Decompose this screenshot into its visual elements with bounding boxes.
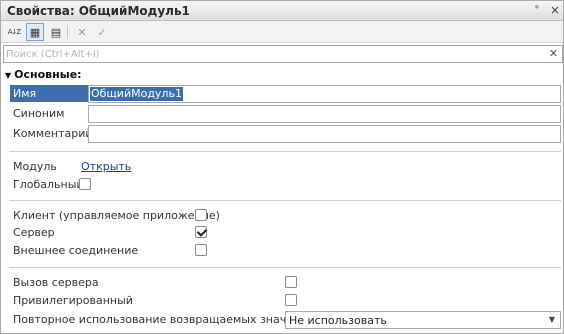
server-call-label: Вызов сервера bbox=[13, 276, 99, 289]
external-connection-checkbox[interactable] bbox=[195, 244, 207, 256]
pin-icon[interactable]: ᵠ bbox=[535, 4, 545, 16]
section-header-main[interactable]: ▼ Основные: bbox=[5, 68, 82, 81]
module-label: Модуль bbox=[13, 160, 57, 173]
properties-window: Свойства: ОбщийМодуль1 ᵠ × A↓Z ▦ ▤ ✕ ✓ ✕… bbox=[0, 0, 564, 334]
divider bbox=[9, 267, 561, 268]
server-checkbox[interactable] bbox=[195, 226, 207, 238]
server-label: Сервер bbox=[13, 226, 55, 239]
global-label: Глобальный bbox=[13, 178, 84, 191]
name-field[interactable]: ОбщийМодуль1 bbox=[88, 85, 561, 103]
collapse-arrow-icon: ▼ bbox=[5, 71, 12, 80]
synonym-input[interactable] bbox=[89, 106, 560, 122]
sort-alphabetical-button[interactable]: A↓Z bbox=[5, 23, 23, 41]
filter-icon: ▤ bbox=[50, 25, 62, 39]
search-box: ✕ bbox=[3, 45, 563, 63]
categories-button[interactable]: ▦ bbox=[26, 23, 44, 41]
toolbar-separator bbox=[67, 25, 68, 39]
reuse-values-select[interactable]: Не использовать ▼ bbox=[285, 311, 561, 329]
server-call-checkbox[interactable] bbox=[285, 276, 297, 288]
reuse-values-label: Повторное использование возвращаемых зна… bbox=[13, 313, 315, 326]
categories-icon: ▦ bbox=[29, 25, 41, 39]
name-row-highlight[interactable]: Имя bbox=[10, 85, 88, 102]
synonym-label: Синоним bbox=[13, 107, 65, 120]
window-title: Свойства: ОбщийМодуль1 bbox=[7, 4, 190, 18]
sort-icon: A↓Z bbox=[7, 28, 21, 36]
reuse-values-value: Не использовать bbox=[289, 314, 387, 327]
external-connection-label: Внешнее соединение bbox=[13, 244, 139, 257]
comment-input[interactable] bbox=[89, 126, 560, 142]
privileged-checkbox[interactable] bbox=[285, 294, 297, 306]
close-icon[interactable]: × bbox=[549, 3, 561, 17]
name-value: ОбщийМодуль1 bbox=[90, 87, 183, 101]
comment-label: Комментарий bbox=[13, 127, 93, 140]
comment-field[interactable] bbox=[88, 125, 561, 143]
divider bbox=[9, 200, 561, 201]
title-bar: Свойства: ОбщийМодуль1 ᵠ × bbox=[1, 1, 563, 21]
clear-search-icon[interactable]: ✕ bbox=[547, 47, 560, 61]
apply-icon: ✓ bbox=[97, 25, 107, 39]
divider bbox=[9, 151, 561, 152]
apply-button[interactable]: ✓ bbox=[93, 23, 111, 41]
dropdown-arrow-icon[interactable]: ▼ bbox=[546, 314, 558, 326]
name-label: Имя bbox=[13, 87, 37, 100]
global-checkbox[interactable] bbox=[79, 178, 91, 190]
open-module-link[interactable]: Открыть bbox=[81, 160, 131, 173]
cancel-icon: ✕ bbox=[77, 25, 87, 39]
search-input[interactable] bbox=[6, 47, 546, 61]
filter-button[interactable]: ▤ bbox=[47, 23, 65, 41]
privileged-label: Привилегированный bbox=[13, 294, 133, 307]
synonym-field[interactable] bbox=[88, 105, 561, 123]
section-title: Основные: bbox=[14, 68, 82, 81]
client-checkbox[interactable] bbox=[195, 209, 207, 221]
client-label: Клиент (управляемое приложение) bbox=[13, 209, 220, 222]
cancel-button[interactable]: ✕ bbox=[73, 23, 91, 41]
toolbar: A↓Z ▦ ▤ ✕ ✓ bbox=[1, 21, 563, 43]
